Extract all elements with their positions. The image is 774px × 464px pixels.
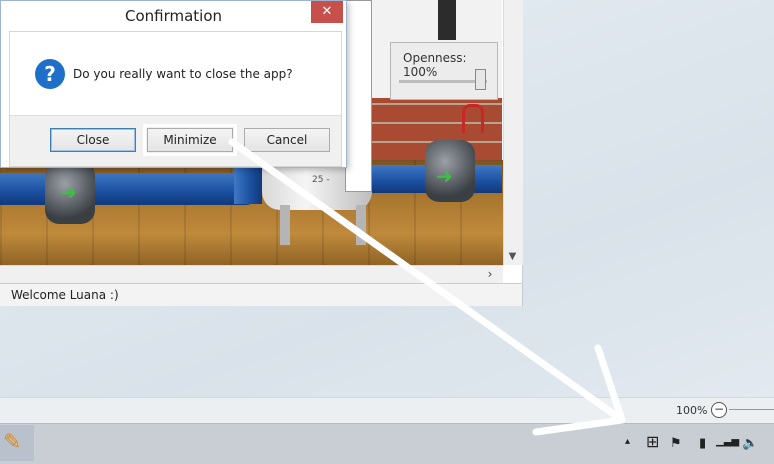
tank-scale-label: 25 - — [312, 175, 330, 185]
confirmation-dialog: Confirmation ✕ ? Do you really want to c… — [0, 0, 347, 168]
minimize-button[interactable]: Minimize — [143, 124, 237, 156]
question-icon: ? — [35, 59, 65, 89]
app-logo-icon: ✎ — [3, 430, 22, 455]
scroll-down-button[interactable]: ▼ — [503, 248, 522, 265]
tank-leg — [280, 205, 290, 245]
windows-flag-icon[interactable]: ⊞ — [646, 432, 659, 451]
volume-icon[interactable]: 🔈 — [742, 436, 758, 451]
dialog-message: Do you really want to close the app? — [73, 67, 293, 81]
openness-slider-thumb[interactable] — [475, 69, 486, 90]
chevron-up-icon[interactable]: ▴ — [625, 436, 630, 447]
openness-slider-track[interactable] — [399, 80, 487, 83]
red-cable — [462, 104, 484, 133]
flow-arrow-icon: ➜ — [60, 180, 77, 204]
zoom-level: 100% — [676, 404, 708, 417]
pipe-pole — [438, 0, 456, 40]
water-pipe — [0, 173, 260, 205]
tank-gauge — [345, 0, 372, 192]
flow-arrow-icon: ➜ — [436, 164, 453, 188]
signal-icon[interactable]: ▁▃▅ — [716, 436, 739, 447]
scroll-right-button[interactable]: › — [480, 265, 500, 283]
vertical-scrollbar[interactable] — [503, 0, 523, 265]
action-center-flag-icon[interactable]: ⚑ — [670, 436, 682, 451]
dialog-titlebar[interactable]: Confirmation ✕ — [1, 1, 346, 31]
app-bottom-bar — [0, 397, 774, 424]
cancel-button[interactable]: Cancel — [244, 128, 330, 152]
dialog-body: ? Do you really want to close the app? — [9, 31, 342, 116]
horizontal-scrollbar[interactable] — [0, 265, 503, 284]
dialog-footer: Close Minimize Cancel — [9, 115, 342, 167]
tank-leg — [356, 205, 366, 245]
battery-icon[interactable]: ▮ — [699, 436, 706, 451]
status-bar: Welcome Luana :) — [0, 283, 522, 306]
close-button[interactable]: Close — [50, 128, 136, 152]
dialog-title: Confirmation — [124, 7, 223, 25]
zoom-out-icon[interactable]: − — [711, 402, 727, 418]
dialog-close-button[interactable]: ✕ — [311, 1, 343, 23]
zoom-slider[interactable] — [729, 409, 774, 410]
openness-panel: Openness: 100% — [390, 42, 498, 100]
status-text: Welcome Luana :) — [11, 288, 119, 302]
